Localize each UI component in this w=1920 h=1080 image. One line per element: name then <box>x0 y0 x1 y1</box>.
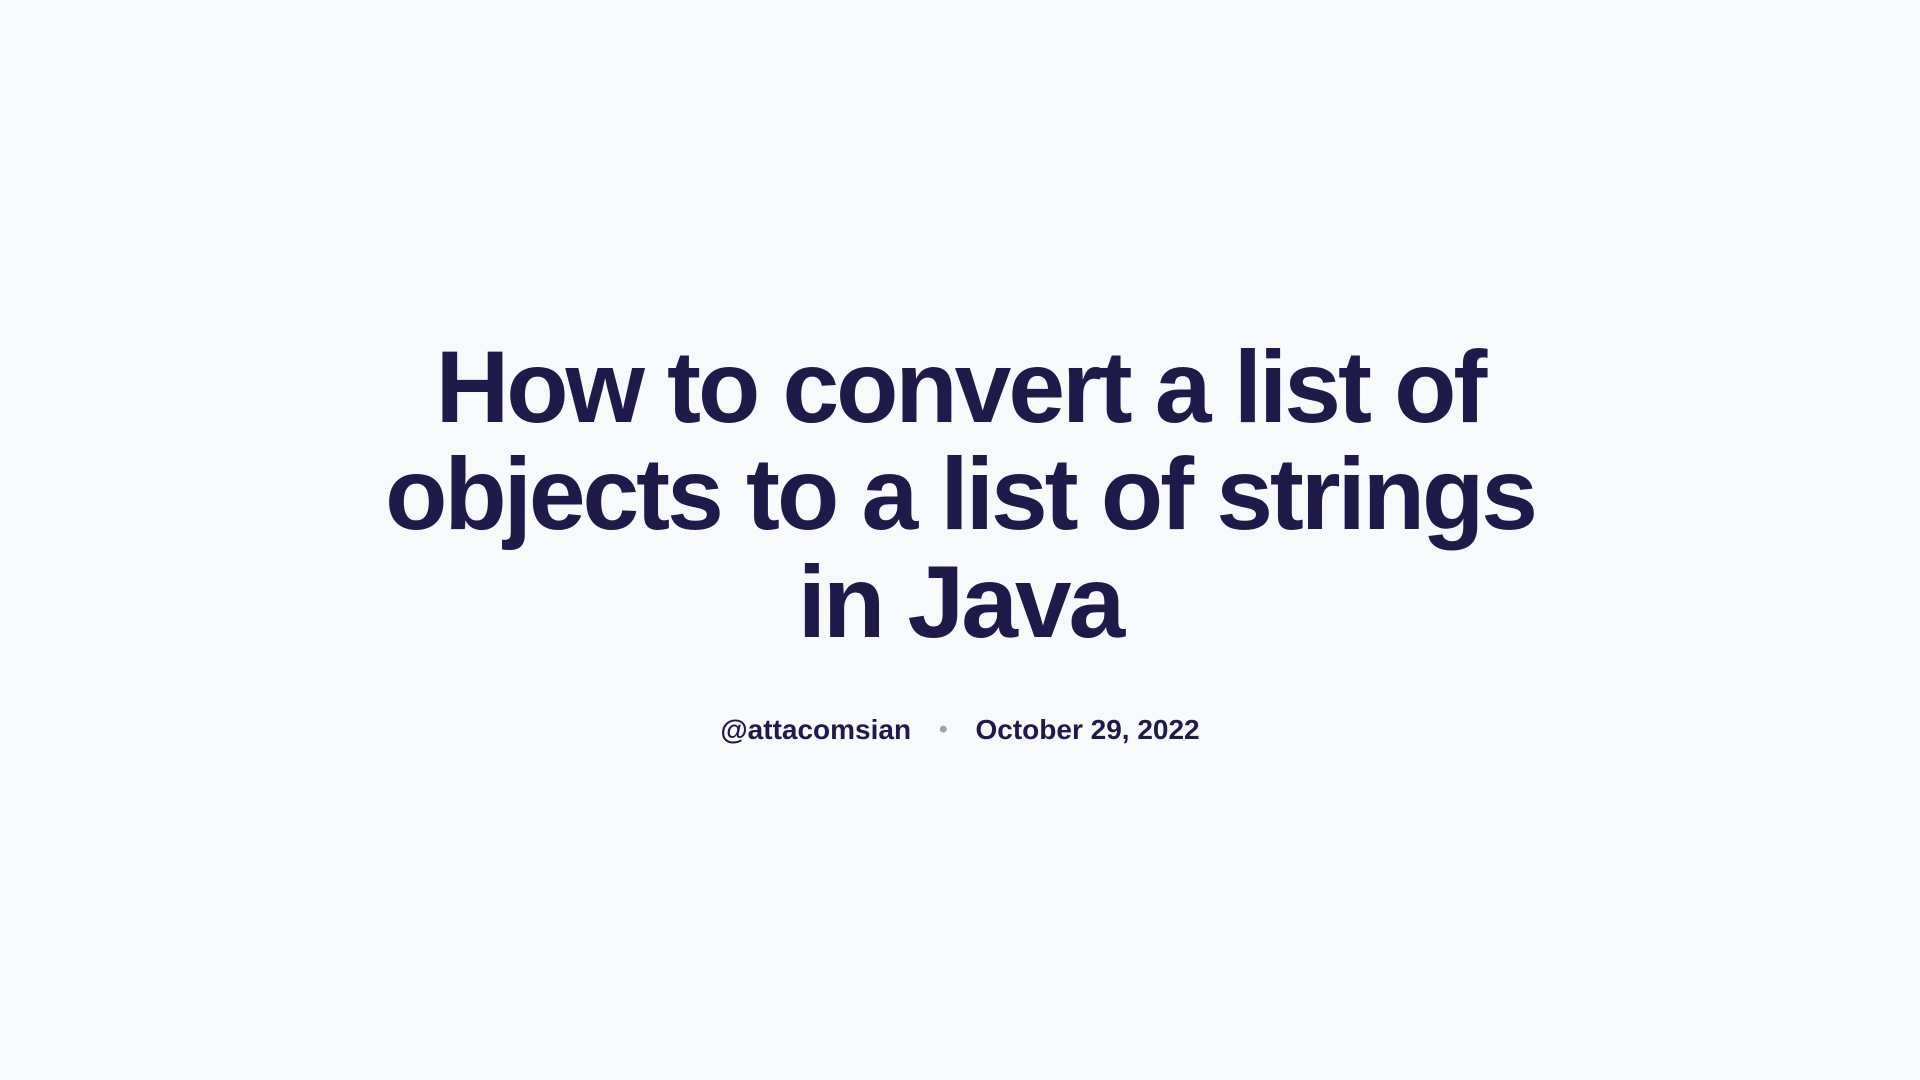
article-header: How to convert a list of objects to a li… <box>310 334 1610 745</box>
article-meta: @attacomsian • October 29, 2022 <box>720 714 1199 746</box>
article-title: How to convert a list of objects to a li… <box>350 334 1570 655</box>
article-author[interactable]: @attacomsian <box>720 714 911 746</box>
meta-separator: • <box>939 716 947 744</box>
article-date: October 29, 2022 <box>975 714 1199 746</box>
